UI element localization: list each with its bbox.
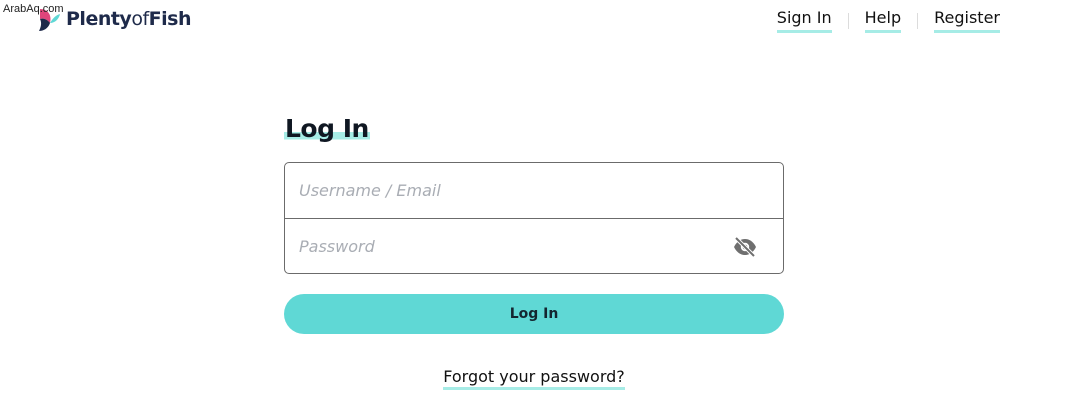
nav-divider (847, 12, 849, 29)
brand-name: PlentyofFish (66, 8, 191, 30)
nav-sign-in-link[interactable]: Sign In (776, 8, 832, 33)
watermark-text: ArabAq.com (3, 3, 64, 15)
page-title: Log In (284, 114, 370, 143)
password-field-wrapper (285, 218, 783, 273)
eye-slash-icon[interactable] (733, 236, 757, 258)
brand-name-part1: Plenty (66, 8, 132, 30)
login-submit-button[interactable]: Log In (284, 294, 784, 334)
top-navigation: Sign In Help Register (776, 8, 1000, 33)
forgot-password-row: Forgot your password? (284, 367, 784, 390)
forgot-password-link[interactable]: Forgot your password? (443, 367, 625, 390)
brand-name-part2: of (131, 8, 149, 30)
credentials-group (284, 162, 784, 274)
login-form: Log In Log In Forgot (284, 114, 784, 390)
nav-help-link[interactable]: Help (864, 8, 902, 33)
brand-name-part3: Fish (148, 8, 192, 30)
page: ArabAq.com PlentyofFish Sign In Help Reg… (0, 0, 1075, 415)
username-email-input[interactable] (285, 163, 783, 218)
nav-divider (917, 12, 919, 29)
nav-register-link[interactable]: Register (934, 8, 1000, 33)
username-field-wrapper (285, 163, 783, 218)
password-input[interactable] (285, 219, 783, 273)
